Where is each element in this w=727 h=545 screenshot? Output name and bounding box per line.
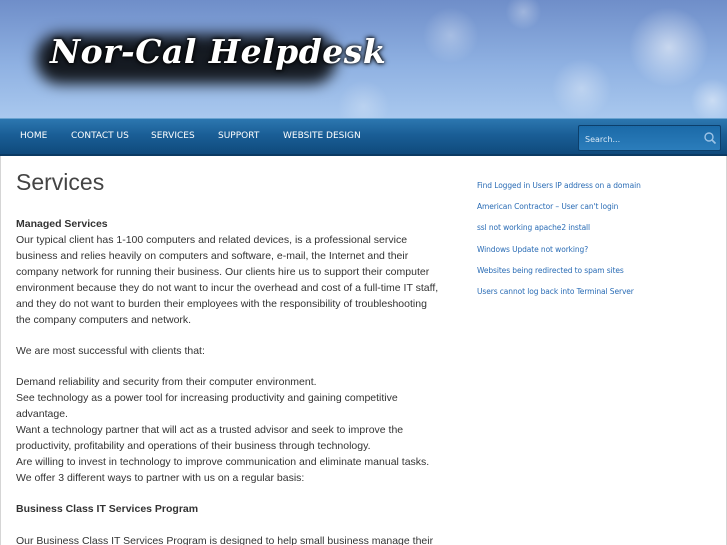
list-line: advantage. (16, 408, 68, 420)
search-icon[interactable] (703, 131, 717, 145)
paragraph-line: Our typical client has 1-100 computers a… (16, 234, 408, 246)
paragraph-line: and they do not want to burden their emp… (16, 298, 427, 310)
sidebar-link[interactable]: Find Logged in Users IP address on a dom… (477, 180, 717, 201)
paragraph-line: We offer 3 different ways to partner wit… (16, 472, 305, 484)
content-area: Services Managed Services Our typical cl… (0, 156, 727, 545)
paragraph-line: Our Business Class IT Services Program i… (16, 535, 434, 545)
sidebar-link[interactable]: American Contractor – User can't login (477, 201, 717, 222)
list-line: Are willing to invest in technology to i… (16, 456, 430, 468)
sidebar-link[interactable]: Users cannot log back into Terminal Serv… (477, 286, 717, 307)
list-line: Demand reliability and security from the… (16, 376, 317, 388)
sidebar-link[interactable]: Windows Update not working? (477, 244, 717, 265)
main-navigation: HOME CONTACT US SERVICES SUPPORT WEBSITE… (0, 118, 727, 156)
search-input[interactable] (585, 132, 697, 146)
page-title: Services (16, 169, 105, 195)
search-box (578, 125, 721, 151)
nav-item-website-design[interactable]: WEBSITE DESIGN (283, 131, 361, 141)
site-logo[interactable]: Nor-Cal Helpdesk (50, 32, 386, 71)
sidebar-recent-posts: Find Logged in Users IP address on a dom… (477, 180, 717, 307)
section-heading-business-class: Business Class IT Services Program (16, 503, 199, 515)
paragraph-line: company network for running their busine… (16, 266, 430, 278)
paragraph-line: business and relies heavily on computers… (16, 250, 409, 262)
list-line: productivity, profitability and operatio… (16, 440, 371, 452)
nav-item-services[interactable]: SERVICES (151, 131, 195, 141)
sidebar-link[interactable]: ssl not working apache2 install (477, 222, 717, 243)
nav-item-home[interactable]: HOME (20, 131, 47, 141)
site-header: Nor-Cal Helpdesk (0, 0, 727, 118)
sidebar-link[interactable]: Websites being redirected to spam sites (477, 265, 717, 286)
nav-item-contact-us[interactable]: CONTACT US (71, 131, 129, 141)
section-heading-managed-services: Managed Services (16, 218, 108, 230)
main-column: Services Managed Services Our typical cl… (16, 169, 461, 545)
paragraph-line: We are most successful with clients that… (16, 345, 205, 357)
list-line: See technology as a power tool for incre… (16, 392, 398, 404)
paragraph-line: the company computers and network. (16, 314, 192, 326)
list-line: Want a technology partner that will act … (16, 424, 404, 436)
nav-item-support[interactable]: SUPPORT (218, 131, 259, 141)
paragraph-line: environment because they do not want to … (16, 282, 439, 294)
